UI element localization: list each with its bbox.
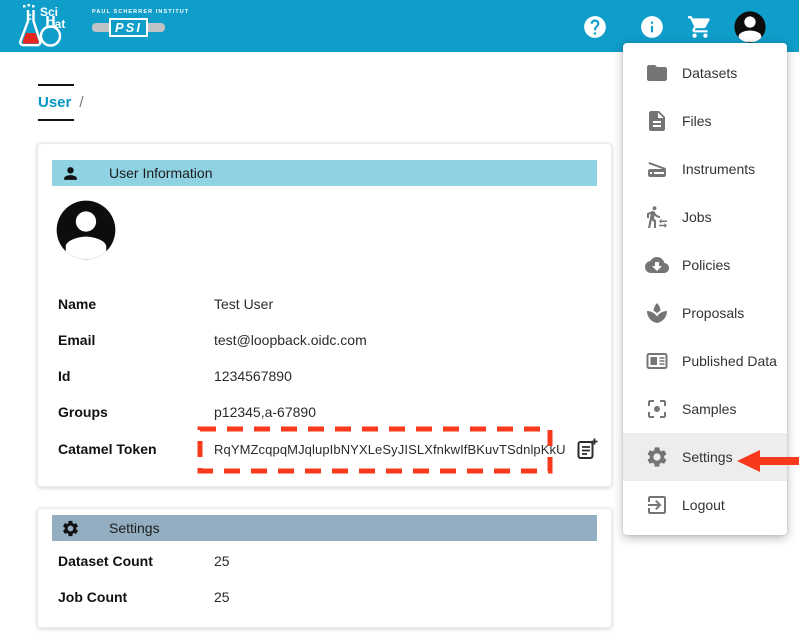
field-label: Dataset Count — [58, 553, 214, 569]
field-row-id: Id 1234567890 — [38, 358, 611, 394]
published-data-icon — [645, 349, 669, 373]
file-icon — [645, 109, 669, 133]
scicat-logo[interactable]: Sci Cat — [14, 3, 68, 55]
spa-icon — [645, 301, 669, 325]
svg-text:Cat: Cat — [46, 17, 65, 31]
catamel-token-value: RqYMZcqpqMJqlupIbNYXLeSyJISLXfnkwIfBKuvT… — [214, 442, 566, 457]
field-label: Email — [58, 332, 214, 348]
menu-item-instruments[interactable]: Instruments — [623, 145, 787, 193]
menu-item-label: Settings — [682, 449, 733, 465]
field-row-groups: Groups p12345,a-67890 — [38, 394, 611, 430]
copy-add-icon — [575, 437, 599, 461]
settings-card-title: Settings — [109, 520, 160, 536]
psi-logo-text: PAUL SCHERRER INSTITUT — [92, 9, 176, 15]
menu-item-jobs[interactable]: Jobs — [623, 193, 787, 241]
menu-item-label: Datasets — [682, 65, 737, 81]
folder-icon — [645, 61, 669, 85]
user-information-card: User Information Name Test User Email te… — [37, 143, 612, 487]
scanner-icon — [645, 157, 669, 181]
menu-item-label: Logout — [682, 497, 725, 513]
cart-icon[interactable] — [687, 14, 713, 40]
breadcrumb: User / — [38, 84, 84, 121]
psi-logo: PAUL SCHERRER INSTITUT PSI — [92, 9, 176, 37]
menu-item-label: Samples — [682, 401, 736, 417]
menu-item-label: Proposals — [682, 305, 744, 321]
person-icon — [61, 164, 80, 183]
field-label: Id — [58, 368, 214, 384]
field-value: 25 — [214, 553, 230, 569]
gear-icon — [61, 519, 80, 538]
menu-item-policies[interactable]: Policies — [623, 241, 787, 289]
profile-avatar — [54, 198, 118, 262]
menu-item-settings[interactable]: Settings — [623, 433, 787, 481]
menu-item-datasets[interactable]: Datasets — [623, 49, 787, 97]
menu-item-label: Instruments — [682, 161, 755, 177]
field-row-catamel-token: Catamel Token RqYMZcqpqMJqlupIbNYXLeSyJI… — [38, 432, 611, 466]
settings-card: Settings Dataset Count 25 Job Count 25 — [37, 508, 612, 628]
menu-item-published-data[interactable]: Published Data — [623, 337, 787, 385]
walking-person-icon — [645, 205, 669, 229]
field-row-name: Name Test User — [38, 286, 611, 322]
field-value: Test User — [214, 296, 273, 312]
user-avatar[interactable] — [733, 10, 767, 44]
info-icon[interactable] — [639, 14, 665, 40]
field-value: 1234567890 — [214, 368, 292, 384]
menu-item-samples[interactable]: Samples — [623, 385, 787, 433]
user-information-card-header: User Information — [52, 160, 597, 186]
gear-icon — [645, 445, 669, 469]
field-value: p12345,a-67890 — [214, 404, 316, 420]
field-row-job-count: Job Count 25 — [38, 579, 611, 615]
help-icon[interactable] — [582, 14, 608, 40]
user-information-title: User Information — [109, 165, 212, 181]
menu-item-label: Jobs — [682, 209, 712, 225]
field-value: test@loopback.oidc.com — [214, 332, 367, 348]
menu-item-label: Policies — [682, 257, 730, 273]
breadcrumb-separator: / — [79, 94, 83, 111]
center-focus-icon — [645, 397, 669, 421]
field-label: Catamel Token — [58, 441, 214, 457]
field-label: Name — [58, 296, 214, 312]
copy-token-button[interactable] — [575, 437, 599, 461]
menu-item-label: Files — [682, 113, 712, 129]
settings-card-header: Settings — [52, 515, 597, 541]
menu-item-label: Published Data — [682, 353, 777, 369]
breadcrumb-user-link[interactable]: User — [38, 84, 74, 121]
psi-logo-main: PSI — [109, 18, 148, 37]
field-row-email: Email test@loopback.oidc.com — [38, 322, 611, 358]
logout-icon — [645, 493, 669, 517]
account-dropdown-menu: Datasets Files Instruments Jobs Policies… — [623, 43, 787, 535]
menu-item-files[interactable]: Files — [623, 97, 787, 145]
field-row-dataset-count: Dataset Count 25 — [38, 543, 611, 579]
field-label: Job Count — [58, 589, 214, 605]
menu-item-proposals[interactable]: Proposals — [623, 289, 787, 337]
field-label: Groups — [58, 404, 214, 420]
menu-item-logout[interactable]: Logout — [623, 481, 787, 529]
field-value: 25 — [214, 589, 230, 605]
steam-dots — [23, 4, 35, 8]
cloud-download-icon — [645, 253, 669, 277]
